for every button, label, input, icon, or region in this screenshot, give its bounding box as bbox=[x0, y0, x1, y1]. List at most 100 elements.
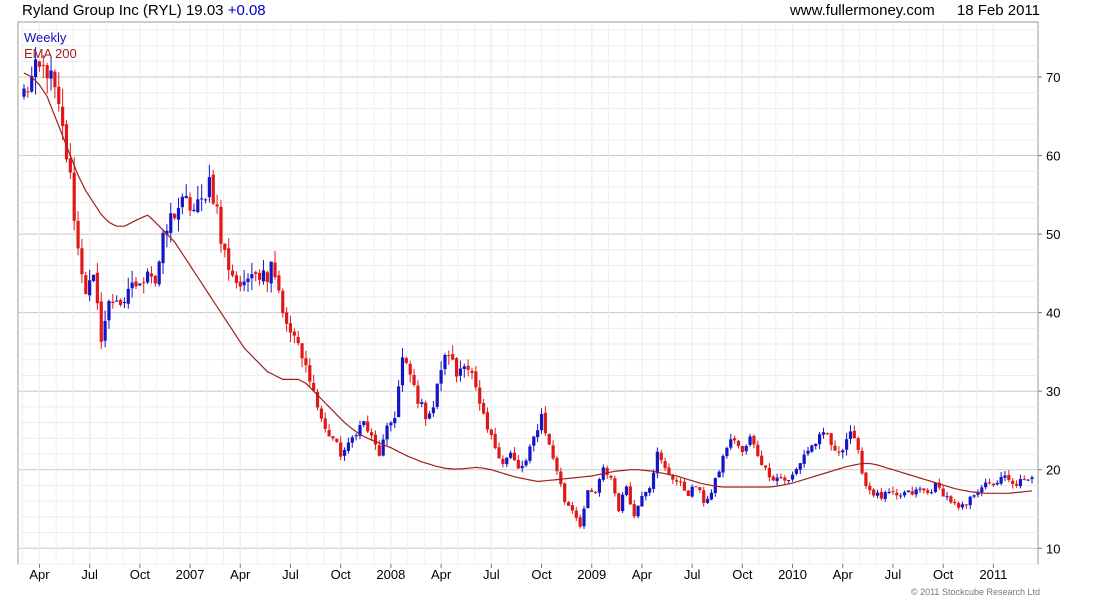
y-tick-label: 60 bbox=[1046, 149, 1060, 164]
candle-body bbox=[188, 197, 192, 211]
candle-body bbox=[126, 288, 130, 304]
candle-body bbox=[277, 275, 281, 291]
candle-body bbox=[122, 302, 127, 304]
candle-body bbox=[682, 481, 687, 491]
candle-body bbox=[686, 490, 690, 497]
candle-body bbox=[350, 437, 354, 443]
candle-body bbox=[709, 492, 714, 500]
candle-body bbox=[528, 446, 532, 461]
candle-body bbox=[261, 270, 266, 282]
y-axis: 10 20 30 40 50 60 70 bbox=[1038, 70, 1060, 556]
candle-body bbox=[729, 439, 733, 448]
x-tick-label: Jul bbox=[282, 567, 299, 582]
candle-body bbox=[300, 343, 304, 359]
y-tick-label: 50 bbox=[1046, 227, 1060, 242]
candle-body bbox=[829, 433, 833, 446]
candle-body bbox=[868, 485, 872, 491]
candle-body bbox=[466, 365, 470, 370]
candle-body bbox=[833, 445, 837, 451]
candle-body bbox=[926, 490, 930, 493]
candle-body bbox=[609, 475, 613, 478]
x-tick-label: Oct bbox=[130, 567, 151, 582]
candle-body bbox=[200, 198, 204, 200]
candle-body bbox=[802, 454, 806, 464]
candle-body bbox=[169, 213, 173, 233]
candle-body bbox=[389, 422, 393, 426]
candle-body bbox=[451, 354, 455, 360]
candle-body bbox=[173, 213, 177, 219]
legend-weekly: Weekly bbox=[24, 30, 67, 45]
x-tick-label: Oct bbox=[933, 567, 954, 582]
candle-body bbox=[408, 363, 412, 375]
candle-body bbox=[354, 435, 358, 437]
candle-body bbox=[694, 486, 698, 488]
candle-body bbox=[872, 489, 876, 496]
x-tick-label: Apr bbox=[29, 567, 50, 582]
candle-body bbox=[493, 433, 497, 448]
candle-body bbox=[879, 491, 883, 499]
candle-body bbox=[273, 262, 277, 278]
candle-body bbox=[505, 457, 509, 465]
candle-body bbox=[841, 450, 845, 453]
candle-body bbox=[632, 504, 636, 517]
candle-body bbox=[49, 70, 53, 79]
candle-body bbox=[180, 196, 184, 208]
y-tick-label: 40 bbox=[1046, 306, 1060, 321]
candle-body bbox=[296, 337, 300, 344]
candle-body bbox=[265, 272, 269, 283]
candle-body bbox=[702, 490, 706, 503]
candle-body bbox=[512, 452, 517, 461]
candle-body bbox=[957, 503, 961, 508]
candle-body bbox=[566, 502, 571, 506]
candle-body bbox=[536, 430, 540, 438]
candle-body bbox=[509, 452, 513, 458]
candle-body bbox=[960, 504, 965, 508]
candle-body bbox=[825, 432, 829, 434]
candle-body bbox=[45, 65, 49, 79]
candle-body bbox=[949, 496, 953, 503]
candle-body bbox=[902, 492, 907, 496]
candle-body bbox=[342, 449, 347, 456]
candle-body bbox=[860, 450, 864, 474]
candle-body bbox=[292, 331, 296, 336]
candle-body bbox=[76, 220, 80, 249]
candle-body bbox=[362, 421, 366, 426]
candle-body bbox=[887, 491, 891, 494]
candle-body bbox=[1007, 474, 1011, 481]
candle-body bbox=[196, 199, 200, 213]
candle-body bbox=[478, 387, 482, 404]
candle-body bbox=[675, 480, 679, 482]
candle-body bbox=[690, 486, 694, 497]
candle-body bbox=[539, 414, 544, 431]
candle-body bbox=[771, 476, 775, 481]
candle-body bbox=[798, 463, 802, 470]
x-tick-label: Jul bbox=[885, 567, 902, 582]
candle-body bbox=[984, 482, 988, 488]
candle-body bbox=[856, 438, 860, 450]
candle-body bbox=[899, 495, 903, 497]
candle-body bbox=[304, 358, 308, 366]
candle-body bbox=[582, 508, 586, 527]
candle-body bbox=[532, 436, 536, 446]
candle-body bbox=[1003, 475, 1007, 478]
candle-body bbox=[574, 510, 578, 518]
x-tick-label: 2008 bbox=[376, 567, 405, 582]
candle-body bbox=[142, 282, 146, 284]
candle-body bbox=[130, 282, 134, 289]
candle-body bbox=[404, 358, 408, 363]
candle-body bbox=[848, 431, 853, 440]
candle-body bbox=[103, 320, 107, 341]
candle-body bbox=[597, 479, 602, 493]
candle-body bbox=[821, 432, 826, 435]
candle-body bbox=[381, 439, 385, 456]
candle-body bbox=[810, 445, 814, 452]
x-axis: Apr Jul Oct 2007 Apr Jul Oct 2008 Apr Jul Oct 2009 A… bbox=[29, 564, 1007, 582]
candle-body bbox=[736, 440, 741, 446]
candle-body bbox=[41, 64, 45, 66]
candle-body bbox=[651, 472, 656, 489]
candle-body bbox=[524, 460, 528, 466]
candle-body bbox=[740, 446, 744, 453]
candle-body bbox=[288, 323, 293, 333]
candle-body bbox=[153, 275, 157, 284]
candle-body bbox=[257, 272, 262, 280]
